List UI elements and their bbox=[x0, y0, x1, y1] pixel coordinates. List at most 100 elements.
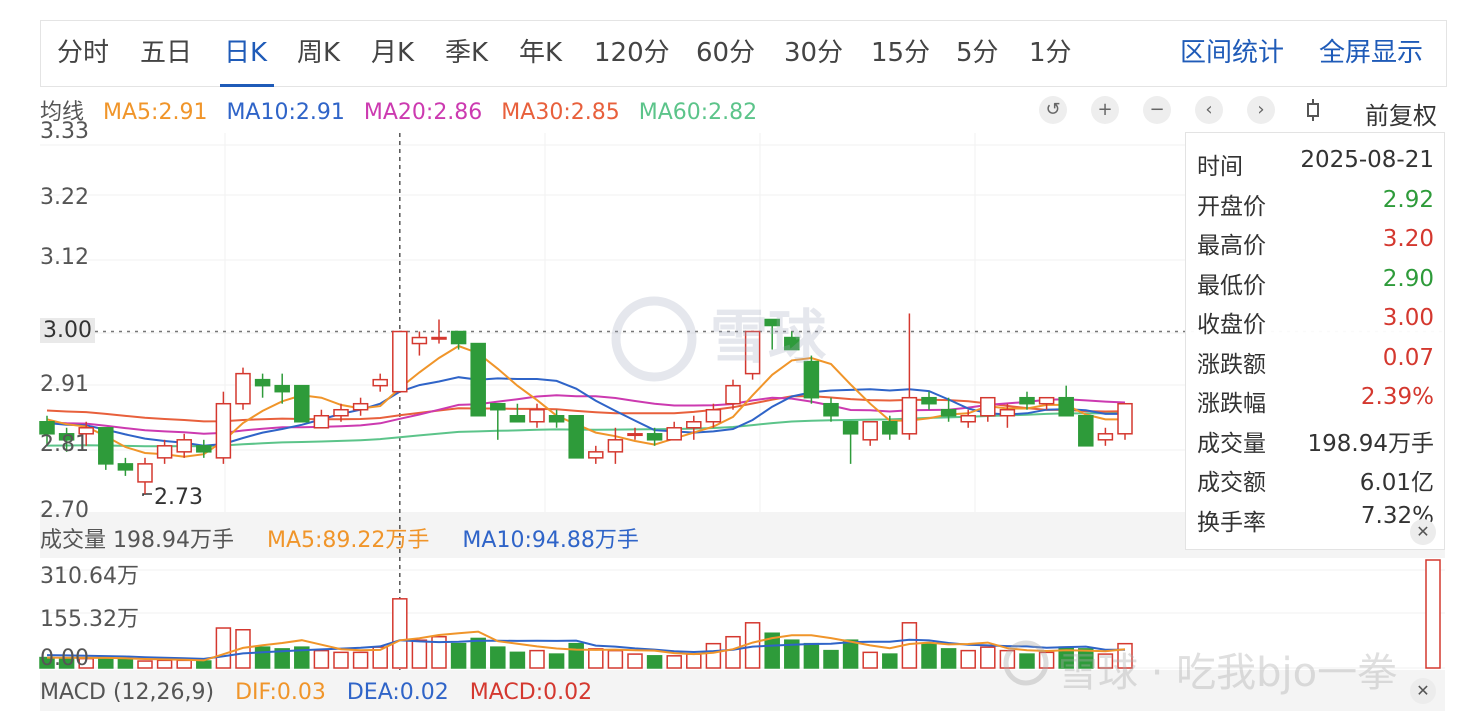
candle-body bbox=[823, 402, 839, 417]
volume-legend: 成交量 198.94万手 MA5:89.22万手 MA10:94.88万手 bbox=[40, 522, 665, 554]
candle-body bbox=[646, 433, 663, 441]
volume-bar bbox=[725, 635, 741, 669]
dif-label: DIF:0.03 bbox=[235, 680, 326, 705]
candle-body bbox=[215, 402, 232, 459]
tooltip-value: 2.39% bbox=[1360, 384, 1434, 410]
volume-bar bbox=[607, 649, 624, 669]
volume-bar bbox=[705, 642, 722, 669]
candle-body bbox=[196, 445, 212, 453]
candle-body bbox=[1117, 402, 1133, 435]
tooltip-key: 最高价 bbox=[1197, 233, 1266, 259]
tooltip-value: 2.90 bbox=[1382, 265, 1434, 292]
candle-body bbox=[509, 414, 526, 423]
candle-body bbox=[705, 408, 722, 423]
volume-bar bbox=[1038, 651, 1055, 669]
volume-bar bbox=[333, 651, 349, 669]
volume-bar bbox=[921, 642, 937, 669]
candle-body bbox=[529, 408, 545, 423]
tooltip-row: 最低价 2.90 bbox=[1197, 265, 1434, 299]
watermark-logo: 雪球 bbox=[612, 290, 826, 374]
candle-body bbox=[137, 463, 153, 483]
volume-bar bbox=[823, 649, 839, 669]
volume-bar bbox=[803, 642, 820, 669]
tooltip-value: 2025-08-21 bbox=[1300, 147, 1434, 173]
volume-bar bbox=[999, 649, 1016, 669]
candle-body bbox=[686, 421, 702, 429]
volume-bar bbox=[411, 639, 428, 669]
candle-body bbox=[548, 414, 565, 423]
volume-bar bbox=[960, 649, 976, 669]
candle-body bbox=[294, 384, 310, 423]
tooltip-row: 换手率 7.32% bbox=[1197, 503, 1434, 536]
volume-bar bbox=[215, 627, 232, 669]
macd-close-icon[interactable]: ✕ bbox=[1410, 678, 1436, 704]
candle-body bbox=[1078, 414, 1094, 447]
price-axis-label: 3.00 bbox=[40, 317, 95, 343]
volume-ma5-label: MA5:89.22万手 bbox=[266, 528, 430, 553]
volume-bar bbox=[568, 642, 584, 669]
volume-bar bbox=[686, 653, 702, 669]
tooltip-row: 成交量 198.94万手 bbox=[1197, 424, 1434, 457]
candle-body bbox=[431, 336, 447, 340]
tooltip-row: 涨跌额 0.07 bbox=[1197, 344, 1434, 378]
volume-bar bbox=[646, 655, 663, 669]
tooltip-value: 3.20 bbox=[1382, 226, 1434, 252]
macd-value-label: MACD:0.02 bbox=[469, 680, 593, 705]
min-price-annotation: 2.73 bbox=[154, 485, 203, 510]
candle-body bbox=[1019, 396, 1035, 405]
volume-bar bbox=[98, 656, 114, 669]
macd-title: MACD (12,26,9) bbox=[40, 680, 215, 705]
tooltip-row: 收盘价 3.00 bbox=[1197, 305, 1434, 338]
candle-body bbox=[999, 408, 1016, 417]
watermark-text: 雪球 bbox=[710, 303, 827, 371]
volume-bar bbox=[509, 651, 526, 669]
volume-bar bbox=[842, 639, 859, 669]
volume-bar bbox=[470, 637, 486, 669]
candle-body bbox=[1058, 396, 1074, 417]
candle-body bbox=[607, 439, 624, 453]
volume-bar bbox=[862, 651, 878, 669]
volume-bar bbox=[627, 653, 643, 669]
candle-body bbox=[470, 342, 486, 417]
tooltip-value: 2.92 bbox=[1382, 186, 1434, 213]
tooltip-key: 涨跌额 bbox=[1197, 351, 1266, 378]
candle-body bbox=[117, 463, 134, 471]
watermark-author: 雪球 · 吃我bjo一拳 bbox=[1058, 650, 1398, 696]
candle-body bbox=[156, 445, 173, 459]
price-axis-label: 2.81 bbox=[40, 431, 89, 457]
volume-bar bbox=[392, 598, 408, 669]
volume-bar bbox=[254, 646, 271, 669]
tooltip-row: 成交额 6.01亿 bbox=[1197, 463, 1434, 496]
tooltip-key: 涨跌幅 bbox=[1197, 391, 1266, 417]
candle-body bbox=[450, 330, 467, 345]
tooltip-value: 0.07 bbox=[1382, 344, 1434, 371]
price-axis-label: 3.12 bbox=[40, 245, 89, 271]
candle-body bbox=[274, 384, 290, 393]
volume-bar bbox=[666, 655, 682, 669]
candle-body bbox=[1038, 396, 1055, 405]
volume-bar bbox=[117, 658, 134, 669]
candle-body bbox=[411, 336, 428, 345]
volume-bar bbox=[940, 648, 957, 669]
candle-body bbox=[666, 427, 682, 441]
volume-bar bbox=[156, 659, 173, 669]
candle-tooltip: 时间 2025-08-21 开盘价 2.92 最高价 3.20 最低价 2.90 收盘价 3.00… bbox=[1185, 132, 1445, 550]
volume-bar bbox=[548, 653, 565, 669]
volume-bar bbox=[490, 646, 506, 669]
tooltip-close-icon[interactable]: ✕ bbox=[1410, 519, 1436, 545]
volume-bar bbox=[313, 649, 330, 669]
tooltip-row: 开盘价 2.92 bbox=[1197, 186, 1434, 220]
volume-ma10-label: MA10:94.88万手 bbox=[462, 528, 639, 553]
volume-bar bbox=[196, 660, 212, 669]
volume-bar bbox=[1019, 653, 1035, 669]
candle-body bbox=[588, 451, 604, 459]
tooltip-key: 时间 bbox=[1197, 154, 1243, 180]
tooltip-value: 6.01亿 bbox=[1359, 470, 1434, 496]
volume-bar bbox=[176, 659, 192, 669]
price-axis-label: 2.70 bbox=[40, 498, 89, 523]
macd-legend: MACD (12,26,9) DIF:0.03 DEA:0.02 MACD:0.… bbox=[40, 680, 606, 705]
min-price-marker bbox=[142, 493, 152, 496]
candle-body bbox=[940, 408, 957, 417]
volume-bar bbox=[352, 651, 369, 669]
dea-label: DEA:0.02 bbox=[346, 680, 449, 705]
